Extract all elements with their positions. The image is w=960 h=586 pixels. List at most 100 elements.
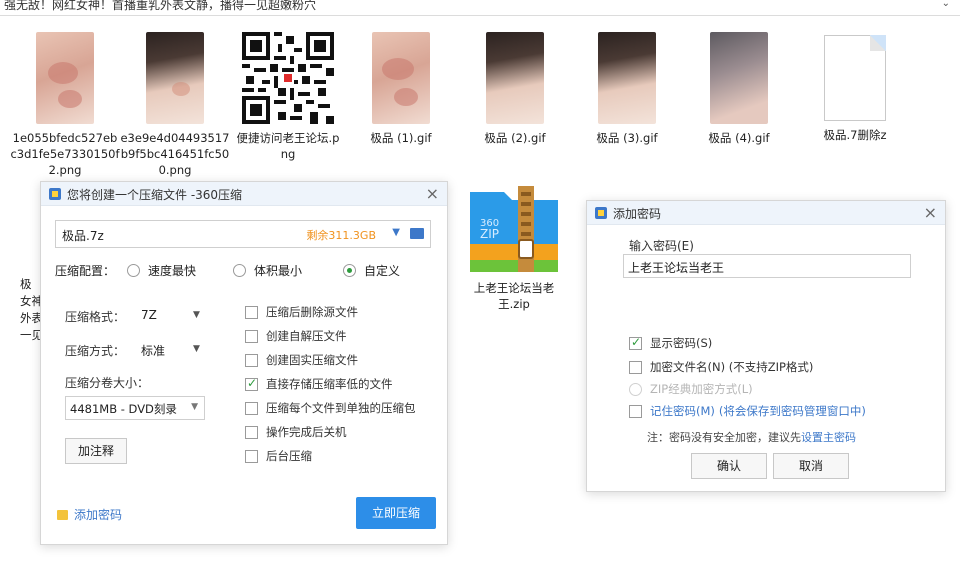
checkbox-box: [245, 401, 258, 415]
checkbox-label: 压缩后删除源文件: [266, 305, 358, 319]
zip-file-item[interactable]: 360 ZIP 上老王论坛当老王.zip: [466, 182, 562, 311]
file-item[interactable]: e3e9e4d04493517b9f5bc416451fc500.png: [120, 32, 230, 178]
dialog-titlebar: 添加密码 ×: [587, 201, 945, 225]
dialog-title: 您将创建一个压缩文件 -360压缩: [67, 188, 243, 202]
file-item[interactable]: 极品 (4).gif: [684, 32, 794, 146]
address-bar[interactable]: 强无敌！网红女神！首播重乳外表文静，播得一见超嫩粉穴 ⌄: [0, 0, 960, 16]
add-comment-button[interactable]: 加注释: [65, 438, 127, 464]
desktop-window: 强无敌！网红女神！首播重乳外表文静，播得一见超嫩粉穴 ⌄ 1e055bfedc5…: [0, 0, 960, 586]
file-name: 极品 (3).gif: [596, 131, 658, 145]
checkbox-label: 直接存储压缩率低的文件: [266, 377, 393, 391]
add-password-label: 添加密码: [74, 508, 123, 522]
checkbox-label: 压缩每个文件到单独的压缩包: [266, 401, 416, 415]
password-value: 上老王论坛当老王: [628, 261, 725, 275]
checkbox-label: 操作完成后关机: [266, 425, 347, 439]
file-item[interactable]: 极品 (2).gif: [460, 32, 570, 146]
file-item[interactable]: 便捷访问老王论坛.png: [233, 32, 343, 162]
checkbox-encrypt-names[interactable]: 加密文件名(N) (不支持ZIP格式): [629, 359, 813, 375]
checkbox-box: [245, 329, 258, 343]
file-name: 上老王论坛当老王.zip: [473, 281, 555, 311]
dropdown-arrow-icon[interactable]: ▼: [392, 227, 400, 238]
format-value: 7Z: [141, 308, 157, 322]
radio-custom[interactable]: 自定义: [343, 262, 400, 279]
checkbox-box: [245, 449, 258, 463]
chevron-down-icon: ▼: [193, 344, 200, 354]
image-thumbnail: [372, 32, 430, 124]
checkbox-box-checked: [245, 376, 258, 391]
compress-now-button[interactable]: 立即压缩: [356, 497, 436, 529]
security-note: 注：密码没有安全加密，建议先设置主密码: [647, 429, 856, 445]
chevron-down-icon: ▼: [191, 402, 198, 412]
image-thumbnail: [146, 32, 204, 124]
app-logo-icon: [595, 207, 607, 219]
checkbox-separate-archives[interactable]: 压缩每个文件到单独的压缩包: [245, 400, 416, 416]
compress-dialog: 您将创建一个压缩文件 -360压缩 × 极品.7z 剩余311.3GB ▼ 压缩…: [40, 181, 448, 545]
volume-select[interactable]: 4481MB - DVD刻录 ▼: [65, 396, 205, 420]
confirm-button[interactable]: 确认: [691, 453, 767, 479]
checkbox-solid[interactable]: 创建固实压缩文件: [245, 352, 358, 368]
radio-smallest[interactable]: 体积最小: [233, 262, 302, 279]
free-space-text: 剩余311.3GB: [306, 229, 376, 242]
checkbox-delete-source[interactable]: 压缩后删除源文件: [245, 304, 358, 320]
chevron-down-icon: ▼: [193, 310, 200, 320]
radio-fastest[interactable]: 速度最快: [127, 262, 196, 279]
checkbox-remember-password[interactable]: 记住密码(M) (将会保存到密码管理窗口中): [629, 403, 866, 419]
checkbox-label: 加密文件名(N) (不支持ZIP格式): [650, 360, 814, 374]
close-icon[interactable]: ×: [924, 203, 937, 222]
checkbox-shutdown[interactable]: 操作完成后关机: [245, 424, 347, 440]
file-item[interactable]: 极品 (1).gif: [346, 32, 456, 146]
app-logo-icon: [49, 188, 61, 200]
checkbox-self-extract[interactable]: 创建自解压文件: [245, 328, 347, 344]
checkbox-label: 显示密码(S): [650, 336, 713, 350]
file-name: e3e9e4d04493517b9f5bc416451fc500.png: [120, 131, 230, 177]
checkbox-box: [245, 305, 258, 319]
format-label: 压缩格式：: [65, 310, 126, 324]
radio-circle: [127, 264, 140, 277]
checkbox-box: [629, 360, 642, 374]
image-thumbnail: [486, 32, 544, 124]
image-thumbnail: [36, 32, 94, 124]
volume-label: 压缩分卷大小：: [65, 376, 150, 390]
format-select[interactable]: 7Z ▼: [141, 308, 205, 322]
file-item-selected[interactable]: 极品.7删除z: [796, 27, 910, 145]
file-item[interactable]: 极品 (3).gif: [572, 32, 682, 146]
radio-label: 体积最小: [254, 264, 303, 278]
remember-note: (将会保存到密码管理窗口中): [718, 404, 866, 418]
svg-text:ZIP: ZIP: [480, 227, 499, 241]
password-input[interactable]: 上老王论坛当老王: [623, 254, 911, 278]
radio-circle: [233, 264, 246, 277]
radio-label: 自定义: [364, 264, 401, 278]
add-password-dialog: 添加密码 × 输入密码(E) 上老王论坛当老王 显示密码(S) 加密文件名(N)…: [586, 200, 946, 492]
add-password-link[interactable]: 添加密码: [57, 506, 122, 523]
dialog-title: 添加密码: [613, 207, 662, 221]
volume-value: 4481MB - DVD刻录: [70, 402, 177, 416]
checkbox-box: [245, 353, 258, 367]
file-name: 1e055bfedc527ebc3d1fe5e7330150f2.png: [10, 131, 120, 177]
dialog-titlebar: 您将创建一个压缩文件 -360压缩 ×: [41, 182, 447, 206]
document-icon: [824, 35, 886, 121]
method-label: 压缩方式：: [65, 344, 126, 358]
file-item[interactable]: 1e055bfedc527ebc3d1fe5e7330150f2.png: [10, 32, 120, 178]
file-name: 极品 (4).gif: [708, 131, 770, 145]
checkbox-store-low-ratio[interactable]: 直接存储压缩率低的文件: [245, 376, 393, 392]
archive-name-value: 极品.7z: [62, 229, 104, 243]
set-master-password-link[interactable]: 设置主密码: [801, 431, 856, 444]
image-thumbnail: [710, 32, 768, 124]
checkbox-label: 记住密码(M): [650, 404, 715, 418]
radio-label: 速度最快: [148, 264, 197, 278]
checkbox-background[interactable]: 后台压缩: [245, 448, 312, 464]
cancel-button[interactable]: 取消: [773, 453, 849, 479]
checkbox-label: 创建固实压缩文件: [266, 353, 358, 367]
method-select[interactable]: 标准 ▼: [141, 342, 205, 359]
archive-name-input[interactable]: 极品.7z 剩余311.3GB ▼: [55, 220, 431, 248]
checkbox-label: ZIP经典加密方式(L): [650, 382, 753, 396]
close-icon[interactable]: ×: [426, 184, 439, 203]
checkbox-box: [629, 382, 642, 396]
folder-icon[interactable]: [410, 228, 424, 239]
checkbox-show-password[interactable]: 显示密码(S): [629, 335, 712, 351]
checkbox-box: [629, 404, 642, 418]
chevron-down-icon[interactable]: ⌄: [942, 0, 950, 9]
file-name: 极品 (1).gif: [370, 131, 432, 145]
password-label: 输入密码(E): [629, 239, 694, 253]
checkbox-zip-classic[interactable]: ZIP经典加密方式(L): [629, 381, 753, 397]
